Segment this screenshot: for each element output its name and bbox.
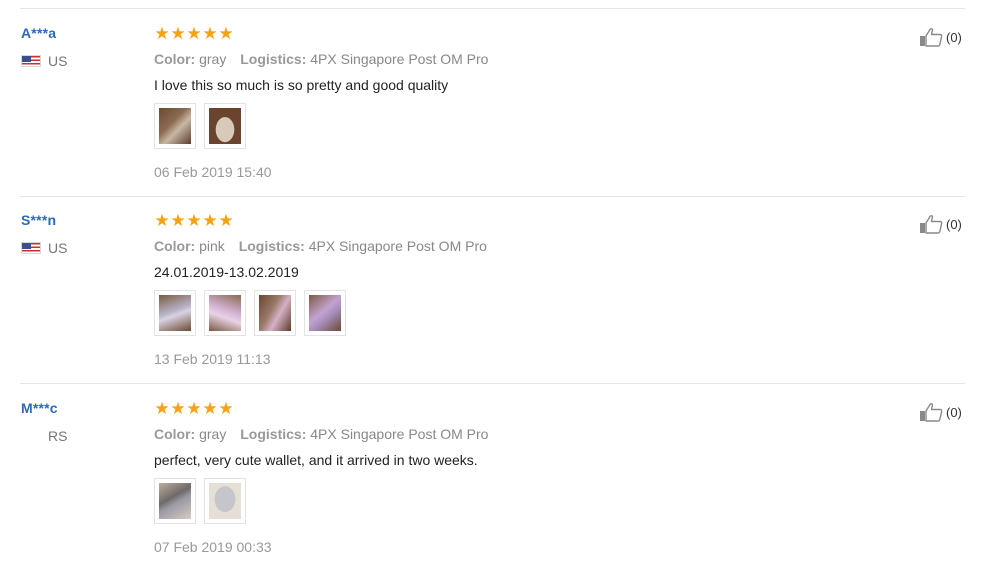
review-date: 13 Feb 2019 11:13 [154,351,271,367]
color-label: Color: [154,238,196,254]
review-photos [154,290,354,336]
review-photo-thumbnail[interactable] [154,290,196,336]
helpful-button[interactable]: (0) [919,27,962,47]
star-icon: ★ [218,399,234,418]
helpful-count: (0) [946,404,962,420]
star-icon: ★ [154,399,170,418]
buyer-country: US [21,240,67,256]
star-icon: ★ [202,24,218,43]
star-icon: ★ [154,211,170,230]
review-comment: 24.01.2019-13.02.2019 [154,264,299,280]
review-photo-thumbnail[interactable] [204,478,246,524]
helpful-button[interactable]: (0) [919,402,962,422]
buyer-name[interactable]: A***a [21,25,56,41]
star-icon: ★ [186,24,202,43]
order-attributes: Color: gray Logistics: 4PX Singapore Pos… [154,51,498,67]
thumbs-up-icon [920,27,943,47]
star-rating: ★ ★ ★ ★ ★ [154,399,234,418]
review-divider [20,383,965,384]
logistics-value: 4PX Singapore Post OM Pro [310,51,489,67]
logistics-label: Logistics: [240,51,307,67]
buyer-country: US [21,53,67,69]
helpful-button[interactable]: (0) [919,214,962,234]
review-item: A***a US ★ ★ ★ ★ ★ Color: gray Logistics… [0,10,1000,197]
review-comment: I love this so much is so pretty and goo… [154,77,449,93]
logistics-value: 4PX Singapore Post OM Pro [310,426,489,442]
country-code: US [48,53,68,69]
thumbs-up-icon [920,214,943,234]
top-divider [20,8,965,9]
order-attributes: Color: pink Logistics: 4PX Singapore Pos… [154,238,497,254]
color-value: pink [199,238,225,254]
star-rating: ★ ★ ★ ★ ★ [154,24,234,43]
buyer-name[interactable]: M***c [21,400,58,416]
star-rating: ★ ★ ★ ★ ★ [154,211,234,230]
thumbs-up-icon [920,402,943,422]
color-value: gray [199,426,227,442]
review-date: 07 Feb 2019 00:33 [154,539,272,555]
color-value: gray [199,51,227,67]
order-attributes: Color: gray Logistics: 4PX Singapore Pos… [154,426,498,442]
country-code: US [48,240,68,256]
review-item: M***c RS ★ ★ ★ ★ ★ Color: gray Logistics… [0,385,1000,572]
star-icon: ★ [154,24,170,43]
review-date: 06 Feb 2019 15:40 [154,164,272,180]
star-icon: ★ [218,24,234,43]
review-photo-thumbnail[interactable] [154,478,196,524]
logistics-value: 4PX Singapore Post OM Pro [308,238,487,254]
buyer-country: RS [21,428,67,444]
color-label: Color: [154,426,196,442]
logistics-label: Logistics: [240,426,307,442]
review-photo-thumbnail[interactable] [154,103,196,149]
color-label: Color: [154,51,196,67]
buyer-name[interactable]: S***n [21,212,56,228]
star-icon: ★ [202,211,218,230]
star-icon: ★ [186,399,202,418]
star-icon: ★ [170,24,186,43]
review-photo-thumbnail[interactable] [204,290,246,336]
review-photo-thumbnail[interactable] [304,290,346,336]
review-item: S***n US ★ ★ ★ ★ ★ Color: pink Logistics… [0,197,1000,384]
us-flag-icon [21,242,41,254]
helpful-count: (0) [946,216,962,232]
review-comment: perfect, very cute wallet, and it arrive… [154,452,478,468]
star-icon: ★ [170,399,186,418]
helpful-count: (0) [946,29,962,45]
star-icon: ★ [202,399,218,418]
country-code: RS [48,428,68,444]
star-icon: ★ [170,211,186,230]
review-photo-thumbnail[interactable] [204,103,246,149]
review-photos [154,478,254,524]
review-photo-thumbnail[interactable] [254,290,296,336]
review-photos [154,103,254,149]
logistics-label: Logistics: [238,238,305,254]
star-icon: ★ [218,211,234,230]
star-icon: ★ [186,211,202,230]
us-flag-icon [21,55,41,67]
